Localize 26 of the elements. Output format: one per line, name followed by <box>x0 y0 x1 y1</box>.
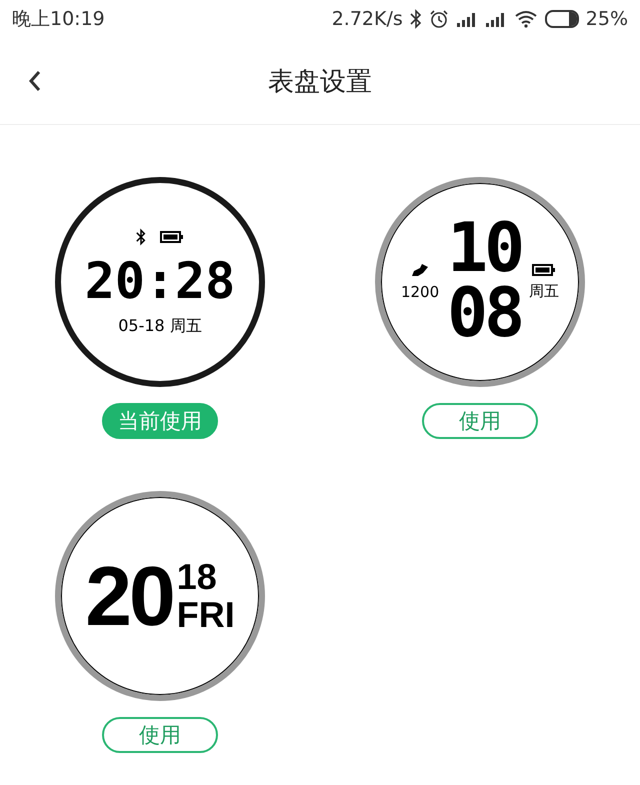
watch-year: 20 <box>85 554 173 638</box>
watch-time: 20:28 <box>84 256 236 306</box>
page-title: 表盘设置 <box>268 66 372 98</box>
watch-date: 05-18 周五 <box>118 316 202 336</box>
signal-icon <box>484 11 507 27</box>
battery-icon <box>544 10 579 28</box>
watch-hour: 10 <box>447 217 522 282</box>
battery-icon <box>532 264 556 276</box>
watch-weekday: FRI <box>176 596 235 634</box>
wifi-icon <box>514 10 538 28</box>
alarm-clock-icon <box>428 9 449 29</box>
network-speed: 2.72K/s <box>332 8 403 30</box>
bluetooth-icon <box>136 228 146 246</box>
use-button[interactable]: 使用 <box>102 717 218 753</box>
watch-weekday: 周五 <box>529 282 560 300</box>
use-button[interactable]: 使用 <box>422 403 538 439</box>
battery-percent: 25% <box>586 8 628 30</box>
watch-year-suffix: 18 <box>176 558 218 596</box>
bluetooth-icon <box>410 9 422 29</box>
battery-icon <box>160 230 184 242</box>
signal-icon <box>456 11 478 27</box>
status-time: 晚上10:19 <box>12 7 105 32</box>
watch-face[interactable]: 20:28 05-18 周五 <box>55 177 265 387</box>
step-count: 1200 <box>400 283 440 301</box>
watch-minute: 08 <box>447 282 522 347</box>
shoe-icon <box>411 263 430 277</box>
